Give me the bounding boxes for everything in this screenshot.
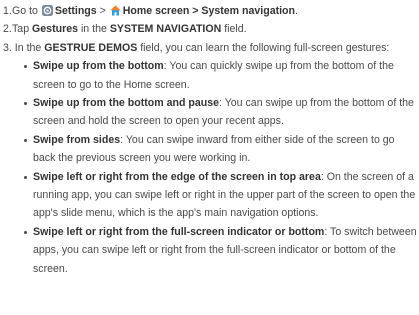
list-item: Swipe up from the bottom and pause: You … bbox=[24, 94, 419, 131]
gesture-title: Swipe from sides bbox=[33, 133, 121, 146]
settings-app-icon bbox=[41, 4, 53, 16]
step-text: In the bbox=[14, 41, 42, 54]
step-number: 3. bbox=[3, 41, 12, 54]
step-text: Tap bbox=[12, 23, 30, 36]
step-1: 1. Go to Settings > Home screen > System… bbox=[3, 2, 419, 20]
gesture-title: Swipe left or right from the edge of the… bbox=[33, 170, 321, 183]
instructions-document: 1. Go to Settings > Home screen > System… bbox=[0, 0, 419, 278]
step-3: 3. In the GESTRUE DEMOS field, you can l… bbox=[3, 39, 419, 57]
path-separator: > bbox=[99, 5, 106, 17]
list-item: Swipe up from the bottom: You can quickl… bbox=[24, 57, 419, 94]
gesture-list: Swipe up from the bottom: You can quickl… bbox=[3, 57, 419, 278]
gesture-title: Swipe up from the bottom and pause bbox=[33, 97, 219, 110]
step-text: Go to bbox=[12, 5, 38, 17]
system-navigation-path: > System navigation bbox=[192, 5, 296, 17]
step-text: field, you can learn the following full-… bbox=[140, 41, 390, 54]
step-text: in the bbox=[80, 23, 107, 36]
gestures-option: Gestures bbox=[32, 23, 78, 36]
gesture-title: Swipe left or right from the full-screen… bbox=[33, 225, 325, 238]
step-number: 2. bbox=[3, 23, 12, 36]
list-item: Swipe from sides: You can swipe inward f… bbox=[24, 131, 419, 168]
home-icon bbox=[109, 4, 121, 16]
gesture-demos-field: GESTRUE DEMOS bbox=[44, 41, 138, 54]
list-item: Swipe left or right from the full-screen… bbox=[24, 223, 419, 278]
step-2: 2. Tap Gestures in the SYSTEM NAVIGATION… bbox=[3, 20, 419, 38]
home-screen-path: Home screen bbox=[122, 5, 190, 17]
step-text: field. bbox=[224, 23, 247, 36]
gesture-title: Swipe up from the bottom bbox=[33, 60, 164, 73]
settings-menu-label: Settings bbox=[54, 5, 97, 17]
step-text-end: . bbox=[295, 5, 298, 17]
system-navigation-field: SYSTEM NAVIGATION bbox=[109, 23, 222, 36]
step-number: 1. bbox=[3, 5, 12, 17]
list-item: Swipe left or right from the edge of the… bbox=[24, 168, 419, 223]
